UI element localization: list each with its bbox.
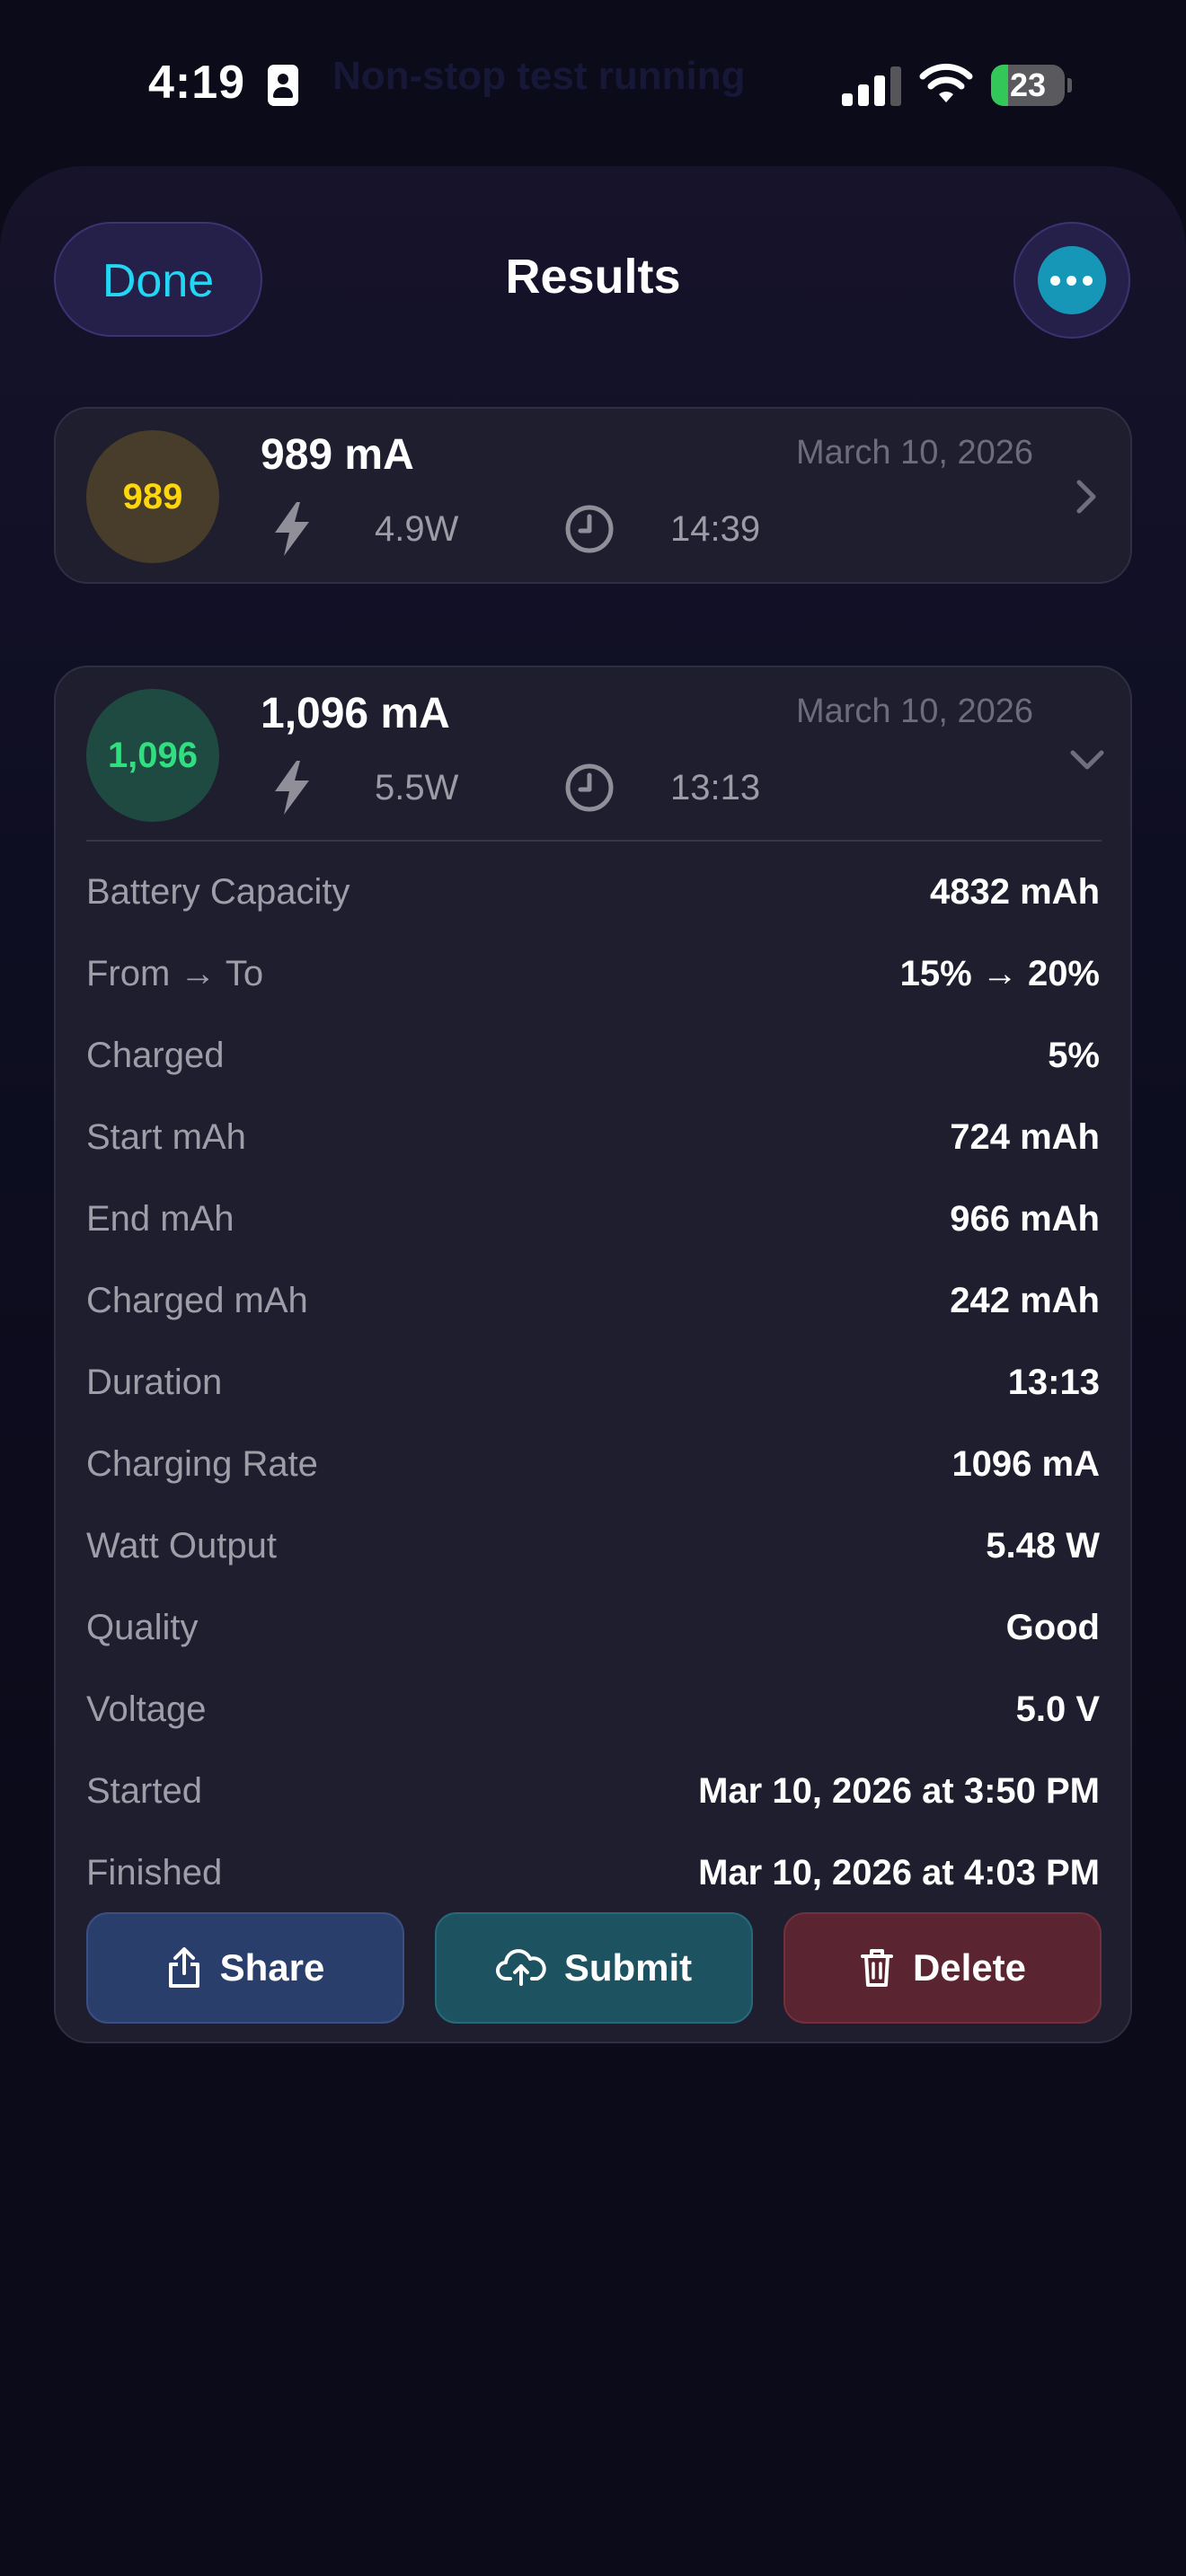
wifi-icon	[919, 63, 973, 102]
card-divider	[86, 840, 1102, 842]
detail-label: Charged	[86, 1036, 225, 1075]
cloud-upload-icon	[495, 1948, 546, 1988]
result-title: 989 mA	[261, 431, 414, 479]
result-card-expanded: 1,096 1,096 mA March 10, 2026 5.5W 13:13…	[54, 666, 1132, 2043]
submit-button[interactable]: Submit	[435, 1912, 753, 2024]
detail-value: Mar 10, 2026 at 4:03 PM	[698, 1853, 1100, 1892]
page-title: Results	[505, 250, 681, 304]
detail-value: 724 mAh	[950, 1117, 1100, 1157]
result-card-collapsed[interactable]: 989 989 mA March 10, 2026 4.9W 14:39	[54, 407, 1132, 584]
detail-value: 5%	[1048, 1036, 1100, 1075]
submit-button-label: Submit	[563, 1946, 693, 1989]
detail-label: Start mAh	[86, 1117, 246, 1157]
status-bar: 4:19 Non-stop test running 23	[0, 0, 1186, 171]
delete-button-label: Delete	[912, 1946, 1027, 1989]
clock-icon	[565, 505, 614, 553]
detail-label: From → To	[86, 954, 264, 993]
more-button[interactable]	[1013, 222, 1130, 339]
detail-value: 5.0 V	[1015, 1689, 1100, 1729]
status-time: 4:19	[148, 57, 246, 109]
result-date: March 10, 2026	[795, 434, 1033, 472]
share-icon	[166, 1946, 202, 1989]
detail-label: Watt Output	[86, 1526, 277, 1566]
bolt-icon	[275, 761, 309, 815]
detail-value: 15% → 20%	[899, 954, 1100, 993]
trash-icon	[859, 1947, 895, 1989]
detail-value: Mar 10, 2026 at 3:50 PM	[698, 1771, 1100, 1811]
ellipsis-icon	[1038, 246, 1106, 314]
result-watts: 5.5W	[375, 768, 459, 807]
person-badge-icon	[268, 65, 298, 106]
detail-label: Charging Rate	[86, 1444, 318, 1484]
result-duration: 13:13	[670, 768, 761, 807]
result-title: 1,096 mA	[261, 690, 450, 737]
detail-label: Quality	[86, 1608, 199, 1647]
detail-label: Duration	[86, 1363, 223, 1402]
detail-value: 966 mAh	[950, 1199, 1100, 1239]
bolt-icon	[275, 502, 309, 556]
result-badge: 1,096	[86, 689, 219, 822]
detail-value: 5.48 W	[986, 1526, 1100, 1566]
battery-level: 23	[1009, 66, 1047, 103]
share-button-label: Share	[219, 1946, 325, 1989]
result-watts: 4.9W	[375, 509, 459, 549]
detail-value: 1096 mA	[951, 1444, 1100, 1484]
detail-label: End mAh	[86, 1199, 235, 1239]
result-badge: 989	[86, 430, 219, 563]
detail-label: Battery Capacity	[86, 872, 350, 912]
status-notification: Non-stop test running	[332, 54, 746, 98]
chevron-down-icon[interactable]	[1069, 748, 1105, 772]
battery-indicator: 23	[991, 65, 1072, 106]
detail-label: Started	[86, 1771, 202, 1811]
cellular-signal-icon	[842, 66, 901, 106]
detail-value: 13:13	[1007, 1363, 1100, 1402]
delete-button[interactable]: Delete	[783, 1912, 1102, 2024]
results-sheet: Done Results 989 989 mA March 10, 2026 4…	[0, 166, 1186, 2576]
detail-label: Finished	[86, 1853, 223, 1892]
detail-label: Voltage	[86, 1689, 207, 1729]
share-button[interactable]: Share	[86, 1912, 404, 2024]
detail-label: Charged mAh	[86, 1281, 308, 1320]
result-duration: 14:39	[670, 509, 761, 549]
detail-value: Good	[1005, 1608, 1100, 1647]
detail-value: 4832 mAh	[930, 872, 1100, 912]
result-date: March 10, 2026	[795, 693, 1033, 730]
chevron-right-icon	[1076, 480, 1096, 514]
clock-icon	[565, 763, 614, 812]
detail-value: 242 mAh	[950, 1281, 1100, 1320]
